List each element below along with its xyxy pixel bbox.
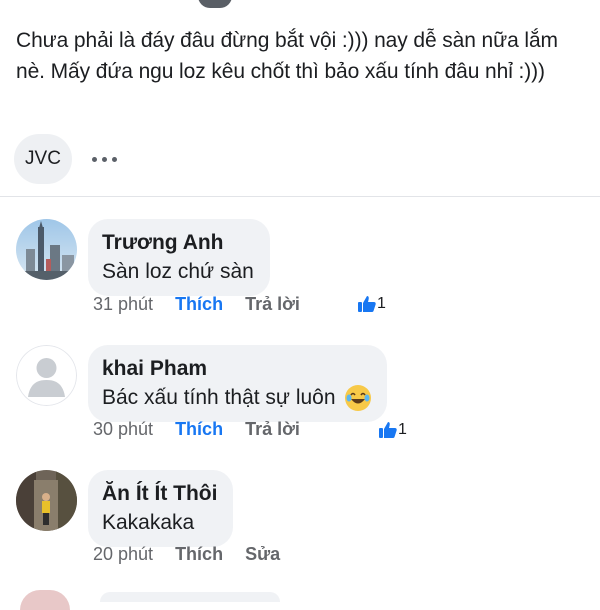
comment-actions: 31 phút Thích Trả lời [93, 292, 300, 316]
edit-button[interactable]: Sửa [245, 544, 280, 565]
comment-actions: 30 phút Thích Trả lời [93, 417, 300, 441]
reaction-count: 1 [377, 295, 386, 312]
laughing-tears-emoji [345, 385, 372, 412]
comment-bubble: Trương Anh Sàn loz chứ sàn [88, 219, 270, 296]
comment-time: 30 phút [93, 418, 154, 439]
like-button[interactable]: Thích [175, 544, 223, 565]
commenter-name[interactable]: Trương Anh [102, 229, 254, 257]
dot [102, 156, 107, 162]
avatar[interactable] [16, 219, 77, 280]
avatar[interactable] [16, 470, 77, 531]
comment-time: 20 phút [93, 543, 154, 564]
reply-button[interactable]: Trả lời [245, 419, 300, 440]
reaction-summary[interactable]: 1 [378, 421, 407, 439]
reply-button[interactable]: Trả lời [245, 294, 300, 315]
commenter-name[interactable]: khai Pham [102, 355, 371, 383]
like-thumb-icon [379, 422, 397, 438]
comment-text: Sàn loz chứ sàn [102, 260, 254, 283]
comment-bubble: khai Pham Bác xấu tính thật sự luôn [88, 345, 388, 422]
comment-actions: 20 phút Thích Sửa [93, 542, 280, 566]
like-button[interactable]: Thích [175, 419, 223, 440]
avatar[interactable] [20, 590, 70, 610]
stock-tag-chip[interactable]: JVC [14, 134, 72, 184]
reaction-summary[interactable]: 1 [357, 295, 386, 313]
comment-time: 31 phút [93, 293, 154, 314]
comment-bubble: Ăn Ít Ít Thôi Kakakaka [88, 470, 234, 547]
post-body-text: Chưa phải là đáy đâu đừng bắt vội :))) n… [16, 29, 558, 83]
commenter-name[interactable]: Ăn Ít Ít Thôi [102, 480, 217, 508]
post-author-avatar[interactable] [198, 0, 232, 8]
dot [92, 156, 97, 162]
post-tag-row: JVC [14, 134, 117, 184]
like-thumb-icon [358, 296, 376, 312]
dot [112, 156, 117, 162]
section-divider [0, 196, 600, 197]
comment-text-row: Bác xấu tính thật sự luôn [102, 383, 372, 413]
more-dots-icon[interactable] [92, 134, 117, 184]
avatar[interactable] [16, 345, 77, 406]
comment-text: Bác xấu tính thật sự luôn [102, 386, 336, 409]
like-button[interactable]: Thích [175, 294, 223, 315]
comment-text: Kakakaka [102, 511, 195, 534]
reaction-count: 1 [398, 421, 407, 438]
comment-bubble [100, 592, 280, 602]
